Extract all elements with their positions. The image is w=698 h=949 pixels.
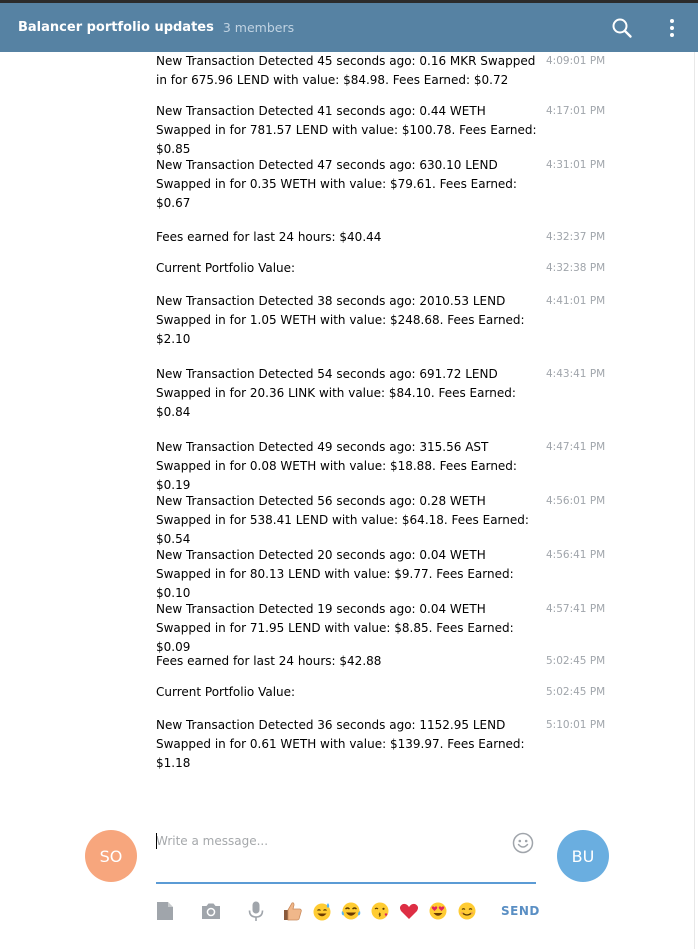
message-item[interactable]: Fees earned for last 24 hours: $42.88 5:… [156, 652, 686, 671]
message-text: New Transaction Detected 45 seconds ago:… [156, 54, 536, 87]
message-text: New Transaction Detected 20 seconds ago:… [156, 548, 514, 600]
kissing-face-emoji[interactable] [369, 900, 391, 922]
search-icon[interactable] [611, 17, 633, 39]
my-avatar[interactable]: SO [85, 830, 137, 882]
attach-file-icon[interactable] [154, 900, 176, 922]
text-caret [156, 833, 157, 849]
scrollbar[interactable] [694, 52, 695, 949]
message-item[interactable]: New Transaction Detected 54 seconds ago:… [156, 365, 686, 422]
message-text: Current Portfolio Value: [156, 261, 296, 275]
more-options-icon[interactable] [661, 17, 683, 39]
camera-icon[interactable] [200, 900, 222, 922]
thumbs-up-emoji[interactable] [282, 900, 304, 922]
message-time: 4:56:41 PM [546, 549, 606, 561]
smiling-face-emoji[interactable] [456, 900, 478, 922]
sweat-smile-emoji[interactable] [311, 900, 333, 922]
message-item[interactable]: Fees earned for last 24 hours: $40.44 4:… [156, 228, 686, 247]
message-item[interactable]: New Transaction Detected 56 seconds ago:… [156, 492, 686, 549]
message-item[interactable]: New Transaction Detected 20 seconds ago:… [156, 546, 686, 603]
message-text: New Transaction Detected 56 seconds ago:… [156, 494, 529, 546]
message-text: New Transaction Detected 36 seconds ago:… [156, 718, 525, 770]
chat-header: Balancer portfolio updates 3 members [0, 0, 698, 52]
send-button[interactable]: SEND [501, 904, 540, 918]
microphone-icon[interactable] [245, 900, 267, 922]
message-item[interactable]: New Transaction Detected 41 seconds ago:… [156, 102, 686, 159]
message-time: 4:43:41 PM [546, 368, 606, 380]
member-count[interactable]: 3 members [223, 20, 294, 35]
peer-avatar-initials: BU [571, 846, 595, 866]
message-text: New Transaction Detected 47 seconds ago:… [156, 158, 517, 210]
message-item[interactable]: New Transaction Detected 19 seconds ago:… [156, 600, 686, 657]
message-text: Fees earned for last 24 hours: $40.44 [156, 230, 382, 244]
message-time: 4:56:01 PM [546, 495, 606, 507]
message-text: New Transaction Detected 38 seconds ago:… [156, 294, 525, 346]
message-item[interactable]: Current Portfolio Value: 4:32:38 PM [156, 259, 686, 278]
message-time: 4:09:01 PM [546, 55, 606, 67]
heart-eyes-emoji[interactable] [427, 900, 449, 922]
message-text: Fees earned for last 24 hours: $42.88 [156, 654, 382, 668]
message-item[interactable]: New Transaction Detected 45 seconds ago:… [156, 52, 686, 90]
message-text: New Transaction Detected 54 seconds ago:… [156, 367, 516, 419]
message-time: 4:32:37 PM [546, 231, 606, 243]
message-item[interactable]: New Transaction Detected 47 seconds ago:… [156, 156, 686, 213]
message-time: 5:02:45 PM [546, 686, 606, 698]
message-item[interactable]: New Transaction Detected 36 seconds ago:… [156, 716, 686, 773]
chat-title[interactable]: Balancer portfolio updates [18, 20, 214, 35]
emoji-picker-icon[interactable] [512, 832, 534, 854]
composer-toolbar: SEND [0, 900, 690, 924]
message-list[interactable]: New Transaction Detected 45 seconds ago:… [0, 52, 690, 812]
peer-avatar[interactable]: BU [557, 830, 609, 882]
message-item[interactable]: New Transaction Detected 38 seconds ago:… [156, 292, 686, 349]
message-time: 4:32:38 PM [546, 262, 606, 274]
message-text: New Transaction Detected 41 seconds ago:… [156, 104, 537, 156]
message-text: New Transaction Detected 19 seconds ago:… [156, 602, 514, 654]
message-input-placeholder: Write a message... [156, 834, 269, 848]
message-text: New Transaction Detected 49 seconds ago:… [156, 440, 517, 492]
my-avatar-initials: SO [99, 846, 123, 866]
message-text: Current Portfolio Value: [156, 685, 296, 699]
red-heart-emoji[interactable] [398, 900, 420, 922]
message-item[interactable]: New Transaction Detected 49 seconds ago:… [156, 438, 686, 495]
message-time: 4:47:41 PM [546, 441, 606, 453]
message-time: 4:41:01 PM [546, 295, 606, 307]
tears-of-joy-emoji[interactable] [340, 900, 362, 922]
message-time: 5:10:01 PM [546, 719, 606, 731]
message-time: 5:02:45 PM [546, 655, 606, 667]
message-time: 4:31:01 PM [546, 159, 606, 171]
message-composer: SO Write a message... BU SEND [0, 812, 690, 949]
message-time: 4:57:41 PM [546, 603, 606, 615]
message-time: 4:17:01 PM [546, 105, 606, 117]
message-input[interactable]: Write a message... [156, 830, 536, 884]
message-item[interactable]: Current Portfolio Value: 5:02:45 PM [156, 683, 686, 702]
